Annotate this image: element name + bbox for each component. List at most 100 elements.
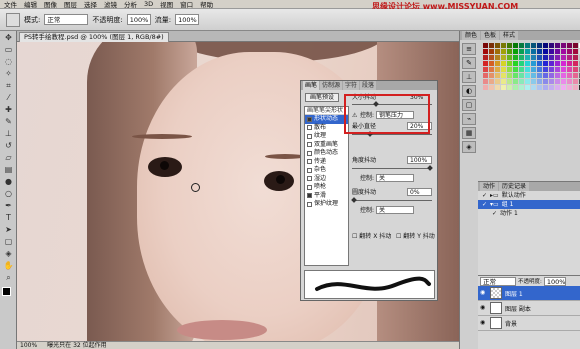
swatch[interactable] [555,67,560,72]
brush-tool-preset-icon[interactable] [6,12,20,27]
swatch[interactable] [549,67,554,72]
checkbox[interactable] [307,201,312,207]
swatch[interactable] [483,85,488,90]
swatch[interactable] [549,79,554,84]
swatch[interactable] [531,43,536,48]
list-item[interactable]: 杂色 [305,166,348,175]
tab-styles[interactable]: 样式 [500,31,519,40]
swatch[interactable] [495,49,500,54]
swatch[interactable] [483,43,488,48]
checkbox[interactable] [307,142,312,148]
checkbox[interactable] [307,133,312,139]
tab-paragraph[interactable]: 段落 [360,81,377,90]
swatch[interactable] [567,49,572,54]
swatch[interactable] [483,73,488,78]
checkmark-icon[interactable]: ✓ [482,191,487,200]
swatch[interactable] [489,85,494,90]
swatch[interactable] [495,61,500,66]
checkbox[interactable] [307,125,312,131]
menu-select[interactable]: 选择 [84,0,97,9]
swatch[interactable] [543,49,548,54]
swatch[interactable] [573,67,578,72]
brush-presets-icon[interactable]: ✎ [462,57,476,69]
tab-swatches[interactable]: 色板 [481,31,500,40]
swatch[interactable] [531,73,536,78]
swatch[interactable] [483,55,488,60]
swatch[interactable] [543,73,548,78]
swatch[interactable] [543,67,548,72]
control2-select[interactable]: 关 [376,174,414,182]
roundness-jitter-field[interactable]: 0% [407,188,432,196]
swatch[interactable] [561,67,566,72]
blend-mode-select[interactable]: 正常 [480,276,516,286]
swatch[interactable] [543,43,548,48]
checkmark-icon[interactable]: ✓ [492,209,497,218]
menu-analysis[interactable]: 分析 [124,0,137,9]
swatch[interactable] [555,43,560,48]
menu-help[interactable]: 帮助 [200,0,213,9]
swatch[interactable] [549,49,554,54]
foreground-color[interactable] [2,287,11,296]
swatch[interactable] [567,73,572,78]
checkbox[interactable] [307,167,312,173]
swatch[interactable] [525,49,530,54]
checkbox[interactable] [307,150,312,156]
swatches-grid[interactable] [480,41,580,92]
swatch[interactable] [567,67,572,72]
swatch[interactable] [537,67,542,72]
swatch[interactable] [525,85,530,90]
swatch[interactable] [531,49,536,54]
action-set-row[interactable]: ✓ ▾▭ 组 1 [478,200,580,209]
swatch[interactable] [501,61,506,66]
swatch[interactable] [513,73,518,78]
list-item[interactable]: 形状动态 [305,115,348,124]
layer-row[interactable]: ◉ 背景 [478,316,580,331]
swatch[interactable] [525,55,530,60]
swatch[interactable] [519,85,524,90]
swatch[interactable] [519,61,524,66]
swatch[interactable] [513,85,518,90]
checkbox[interactable] [307,116,312,122]
brush-presets-button[interactable]: 画笔预设 [305,93,339,102]
min-diameter-slider[interactable] [352,134,432,135]
marquee-tool-icon[interactable]: ▭ [3,44,14,55]
flip-y-checkbox[interactable]: ☐ 翻转 Y 抖动 [396,233,435,240]
layer-row[interactable]: ◉ 图层 1 [478,286,580,301]
swatch[interactable] [573,73,578,78]
swatch[interactable] [549,85,554,90]
swatch[interactable] [573,43,578,48]
swatch[interactable] [531,55,536,60]
swatch[interactable] [489,49,494,54]
swatch[interactable] [561,43,566,48]
swatch[interactable] [543,85,548,90]
opacity-field[interactable]: 100% [126,14,151,25]
lasso-tool-icon[interactable]: ◌ [3,56,14,67]
menu-layer[interactable]: 图层 [64,0,77,9]
swatch[interactable] [483,61,488,66]
action-row[interactable]: ✓ 动作 1 [478,209,580,218]
swatch[interactable] [513,67,518,72]
swatch[interactable] [573,61,578,66]
roundness-jitter-slider[interactable] [352,200,432,201]
tab-history[interactable]: 历史记录 [499,182,530,191]
swatch[interactable] [531,61,536,66]
list-item[interactable]: 湿边 [305,175,348,184]
swatch[interactable] [507,73,512,78]
swatch[interactable] [495,79,500,84]
list-item[interactable]: 纹理 [305,132,348,141]
angle-jitter-slider[interactable] [352,168,432,169]
swatch[interactable] [489,73,494,78]
swatch[interactable] [567,61,572,66]
swatch[interactable] [513,79,518,84]
action-set-row[interactable]: ✓ ▸▭ 默认动作 [478,191,580,200]
swatch[interactable] [537,73,542,78]
swatch[interactable] [525,67,530,72]
swatch[interactable] [501,49,506,54]
list-item[interactable]: 散布 [305,124,348,133]
tab-color[interactable]: 颜色 [462,31,481,40]
adjustments-icon[interactable]: ◐ [462,85,476,97]
swatch[interactable] [495,55,500,60]
flip-x-checkbox[interactable]: ☐ 翻转 X 抖动 [352,233,391,240]
swatch[interactable] [525,43,530,48]
menu-3d[interactable]: 3D [144,0,153,8]
